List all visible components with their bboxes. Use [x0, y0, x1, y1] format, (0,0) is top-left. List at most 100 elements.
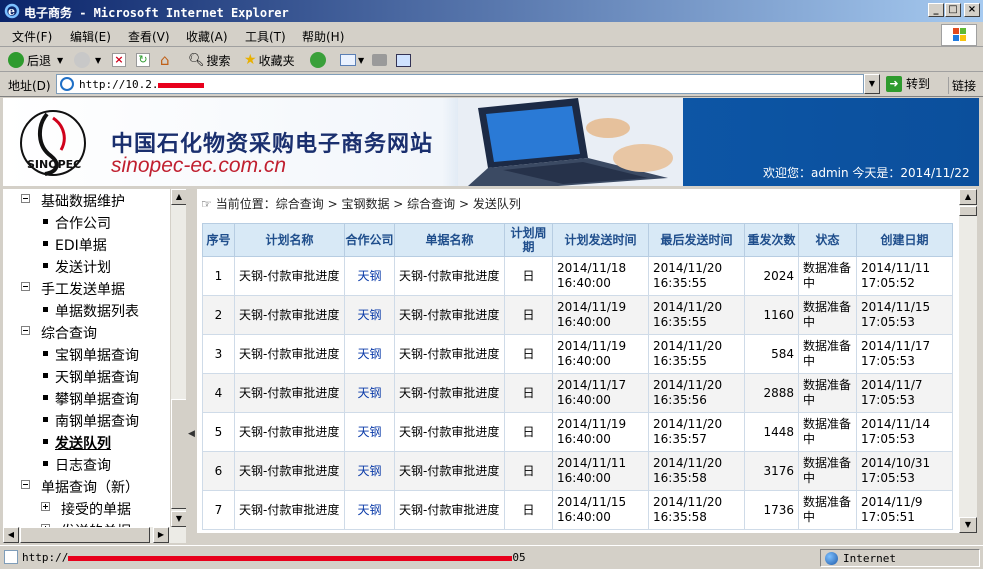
table-cell: 1160 [744, 295, 799, 335]
search-button[interactable]: 🔍︎ 搜索 [188, 51, 231, 69]
frame-splitter[interactable]: ◀ [186, 189, 196, 527]
menu-file[interactable]: 文件(F) [12, 28, 52, 45]
edit-page-icon [396, 53, 411, 67]
tree-expand-icon[interactable] [41, 502, 50, 511]
sidebar-scrollbar[interactable]: ▲ ▼ [170, 189, 187, 527]
tree-collapse-icon[interactable] [21, 282, 30, 291]
tree-collapse-icon[interactable] [21, 326, 30, 335]
table-row[interactable]: 3 天钢-付款审批进度 天钢 天钢-付款审批进度日 2014/11/19 16:40:0… [202, 334, 953, 374]
column-header[interactable]: 最后发送时间 [648, 223, 745, 257]
zone-label: Internet [843, 552, 896, 565]
stop-button[interactable]: × [112, 51, 126, 69]
column-header[interactable]: 单据名称 [394, 223, 505, 257]
search-label: 搜索 [206, 53, 231, 68]
sidebar-item-label: 南钢单据查询 [55, 414, 139, 430]
tree-collapse-icon[interactable] [21, 480, 30, 489]
column-header[interactable]: 计划周期 [504, 223, 553, 257]
table-cell: 天钢-付款审批进度 [234, 451, 345, 491]
partner-link[interactable]: 天钢 [344, 490, 395, 530]
main-scroll-down-icon[interactable]: ▼ [959, 517, 977, 533]
table-cell: 天钢-付款审批进度 [394, 451, 505, 491]
address-bar: 地址(D) http://10.2. ▼ ➜ 转到 链接 [0, 72, 983, 97]
table-row[interactable]: 1 天钢-付款审批进度 天钢 天钢-付款审批进度日 2014/11/18 16:40:0… [202, 256, 953, 296]
sidebar-hscrollbar[interactable]: ◀ ▶ [3, 527, 186, 543]
print-button[interactable] [372, 51, 387, 69]
collapse-sidebar-icon[interactable]: ◀ [188, 429, 195, 439]
partner-link[interactable]: 天钢 [344, 334, 395, 374]
close-button[interactable]: × [964, 3, 980, 17]
column-header[interactable]: 状态 [798, 223, 857, 257]
sidebar-scroll-right-icon[interactable]: ▶ [153, 527, 169, 543]
table-row[interactable]: 4 天钢-付款审批进度 天钢 天钢-付款审批进度日 2014/11/17 16:40:0… [202, 373, 953, 413]
table-row[interactable]: 6 天钢-付款审批进度 天钢 天钢-付款审批进度日 2014/11/11 16:40:0… [202, 451, 953, 491]
home-button[interactable]: ⌂ [160, 51, 170, 69]
links-button[interactable]: 链接 [948, 77, 976, 94]
column-header[interactable]: 合作公司 [344, 223, 395, 257]
partner-link[interactable]: 天钢 [344, 256, 395, 296]
table-cell: 天钢-付款审批进度 [234, 334, 345, 374]
sidebar-item-label: 宝钢单据查询 [55, 348, 139, 364]
table-cell: 2014/11/14 17:05:53 [856, 412, 953, 452]
sidebar-scroll-left-icon[interactable]: ◀ [3, 527, 19, 543]
minimize-button[interactable]: _ [928, 3, 944, 17]
sidebar-hscroll-thumb[interactable] [20, 527, 150, 543]
column-header[interactable]: 创建日期 [856, 223, 953, 257]
sidebar-scroll-up-icon[interactable]: ▲ [171, 189, 187, 205]
table-row[interactable]: 5 天钢-付款审批进度 天钢 天钢-付款审批进度日 2014/11/19 16:40:0… [202, 412, 953, 452]
maximize-button[interactable]: □ [945, 3, 961, 17]
partner-link[interactable]: 天钢 [344, 451, 395, 491]
partner-link[interactable]: 天钢 [344, 373, 395, 413]
column-header[interactable]: 序号 [202, 223, 235, 257]
main-scrollbar[interactable]: ▲ ▼ [959, 189, 977, 533]
table-cell: 天钢-付款审批进度 [394, 373, 505, 413]
svg-text:SINOPEC: SINOPEC [27, 158, 81, 171]
welcome-text: 欢迎您：admin 今天是：2014/11/22 [763, 166, 970, 180]
sidebar-scroll-down-icon[interactable]: ▼ [171, 511, 187, 527]
column-header[interactable]: 计划名称 [234, 223, 345, 257]
back-dropdown-icon[interactable]: ▼ [57, 56, 63, 65]
table-cell: 2014/11/18 16:40:00 [552, 256, 649, 296]
toolbar: 后退 ▼ ▼ × ↻ ⌂ 🔍︎ 搜索 ★ 收藏夹 ▼ [0, 48, 983, 72]
column-header[interactable]: 计划发送时间 [552, 223, 649, 257]
sidebar-item-label: 日志查询 [55, 458, 111, 474]
menu-help[interactable]: 帮助(H) [302, 28, 344, 45]
partner-link[interactable]: 天钢 [344, 295, 395, 335]
column-header[interactable]: 重发次数 [744, 223, 799, 257]
window-title-bar[interactable]: e 电子商务 - Microsoft Internet Explorer _ □… [0, 0, 983, 22]
sidebar-scroll-thumb[interactable] [171, 399, 187, 509]
menu-view[interactable]: 查看(V) [128, 28, 170, 45]
table-cell: 2888 [744, 373, 799, 413]
menu-tools[interactable]: 工具(T) [245, 28, 286, 45]
go-arrow-icon: ➜ [886, 75, 902, 92]
ie-logo-icon: e [4, 3, 20, 19]
back-button[interactable]: 后退 ▼ [8, 51, 63, 69]
favorites-button[interactable]: ★ 收藏夹 [244, 51, 295, 69]
forward-button[interactable]: ▼ [74, 51, 101, 69]
table-cell: 2014/11/9 17:05:51 [856, 490, 953, 530]
main-scroll-thumb[interactable] [959, 206, 977, 216]
table-row[interactable]: 7 天钢-付款审批进度 天钢 天钢-付款审批进度日 2014/11/15 16:40:0… [202, 490, 953, 530]
address-input[interactable]: http://10.2. [56, 74, 864, 94]
forward-dropdown-icon[interactable]: ▼ [95, 56, 101, 65]
history-button[interactable] [310, 51, 329, 69]
bullet-icon [43, 351, 48, 356]
edit-page-button[interactable] [396, 51, 411, 69]
refresh-button[interactable]: ↻ [136, 51, 150, 69]
tree-collapse-icon[interactable] [21, 194, 30, 203]
menu-favorites[interactable]: 收藏(A) [186, 28, 228, 45]
address-dropdown-button[interactable]: ▼ [864, 74, 880, 94]
globe-icon [825, 552, 838, 565]
main-scroll-up-icon[interactable]: ▲ [959, 189, 977, 205]
back-arrow-icon [8, 52, 24, 68]
mail-dropdown-icon[interactable]: ▼ [358, 56, 364, 65]
table-cell: 5 [202, 412, 235, 452]
table-row[interactable]: 2 天钢-付款审批进度 天钢 天钢-付款审批进度日 2014/11/19 16:40:0… [202, 295, 953, 335]
partner-link[interactable]: 天钢 [344, 412, 395, 452]
sidebar-group-label: 单据查询（新） [41, 480, 139, 496]
mail-button[interactable]: ▼ [340, 51, 364, 69]
go-button[interactable]: ➜ 转到 [886, 75, 930, 92]
sidebar-group-label: 综合查询 [41, 326, 97, 342]
address-url-text: http://10.2. [79, 78, 159, 91]
sidebar-item-label: 攀钢单据查询 [55, 392, 139, 408]
menu-edit[interactable]: 编辑(E) [70, 28, 111, 45]
